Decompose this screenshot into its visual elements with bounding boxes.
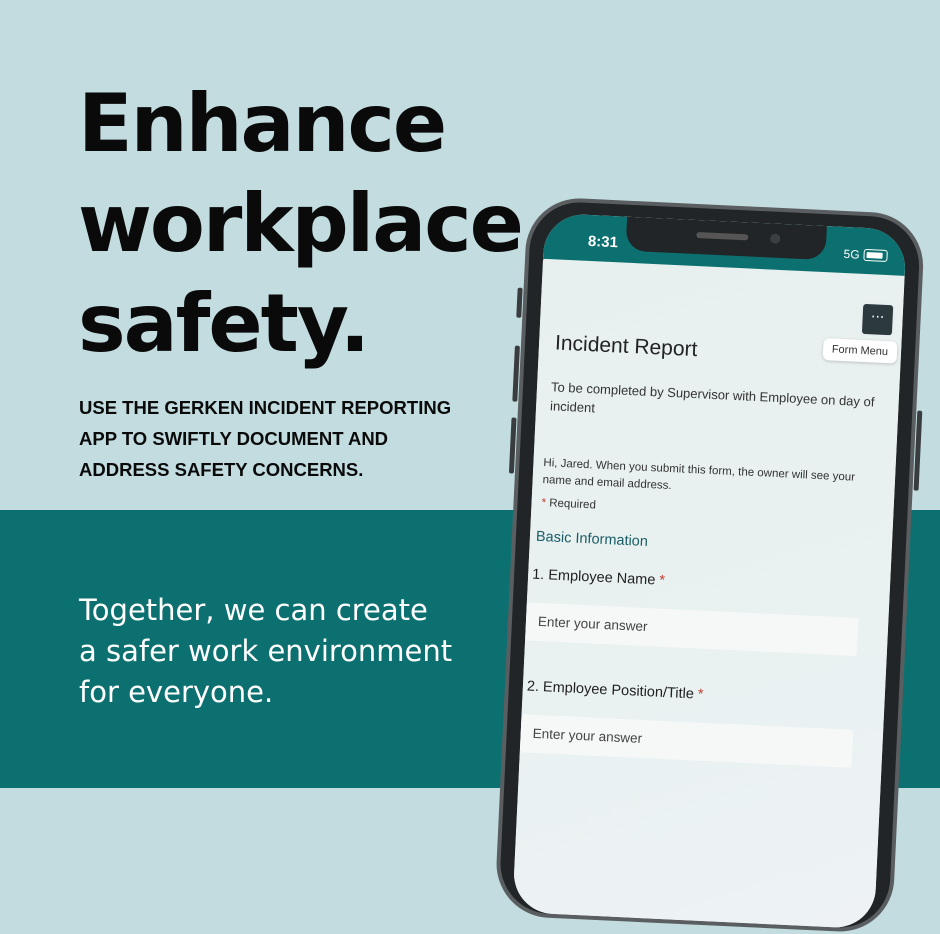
question-number: 1. xyxy=(531,566,545,584)
form-note: Hi, Jared. When you submit this form, th… xyxy=(542,457,856,493)
headline-line: workplace xyxy=(78,177,524,270)
subheading-line: ADDRESS SAFETY CONCERNS. xyxy=(79,459,364,480)
question-number: 3. xyxy=(512,911,519,929)
form-area: ··· Form Menu Incident Report To be comp… xyxy=(512,258,905,930)
headline-line: Enhance xyxy=(78,77,447,170)
question-label: 1. Employee Name * xyxy=(532,567,666,589)
phone-screen: 8:31 5G ··· Form Menu Incident Report To… xyxy=(512,212,907,930)
form-description: To be completed by Supervisor with Emplo… xyxy=(549,379,875,416)
required-label: Required xyxy=(548,497,597,512)
question-text: Employee Name xyxy=(547,567,656,589)
required-star: * xyxy=(658,572,666,589)
required-star: * xyxy=(541,496,547,510)
tagline: Together, we can create a safer work env… xyxy=(79,590,479,713)
subheading: USE THE GERKEN INCIDENT REPORTING APP TO… xyxy=(79,392,489,485)
form-menu-tooltip: Form Menu xyxy=(822,338,898,364)
required-star: * xyxy=(697,686,704,703)
battery-icon xyxy=(863,248,888,262)
question-label: 3. xyxy=(512,912,518,929)
form-menu-button[interactable]: ··· xyxy=(859,301,896,338)
camera-icon xyxy=(770,233,781,244)
employee-position-input[interactable]: Enter your answer xyxy=(519,714,854,768)
section-title: Basic Information xyxy=(535,528,649,551)
headline: Enhance workplace safety. xyxy=(78,74,524,374)
phone-mockup: 8:31 5G ··· Form Menu Incident Report To… xyxy=(494,196,926,934)
status-time: 8:31 xyxy=(587,232,619,252)
employee-name-input[interactable]: Enter your answer xyxy=(525,602,859,656)
ellipsis-icon: ··· xyxy=(870,309,885,326)
tagline-line: Together, we can create xyxy=(79,593,428,627)
question-number: 2. xyxy=(526,678,540,696)
speaker-icon xyxy=(696,231,749,241)
form-title: Incident Report xyxy=(554,331,698,362)
tagline-line: a safer work environment xyxy=(79,634,453,668)
required-note: * Required xyxy=(541,497,596,512)
question-text: Employee Position/Title xyxy=(542,679,695,703)
headline-line: safety. xyxy=(78,277,370,370)
tagline-line: for everyone. xyxy=(79,675,274,709)
question-label: 2. Employee Position/Title * xyxy=(527,679,704,703)
network-indicator: 5G xyxy=(843,246,860,262)
subheading-line: APP TO SWIFTLY DOCUMENT AND xyxy=(79,428,389,449)
subheading-line: USE THE GERKEN INCIDENT REPORTING xyxy=(79,397,452,418)
